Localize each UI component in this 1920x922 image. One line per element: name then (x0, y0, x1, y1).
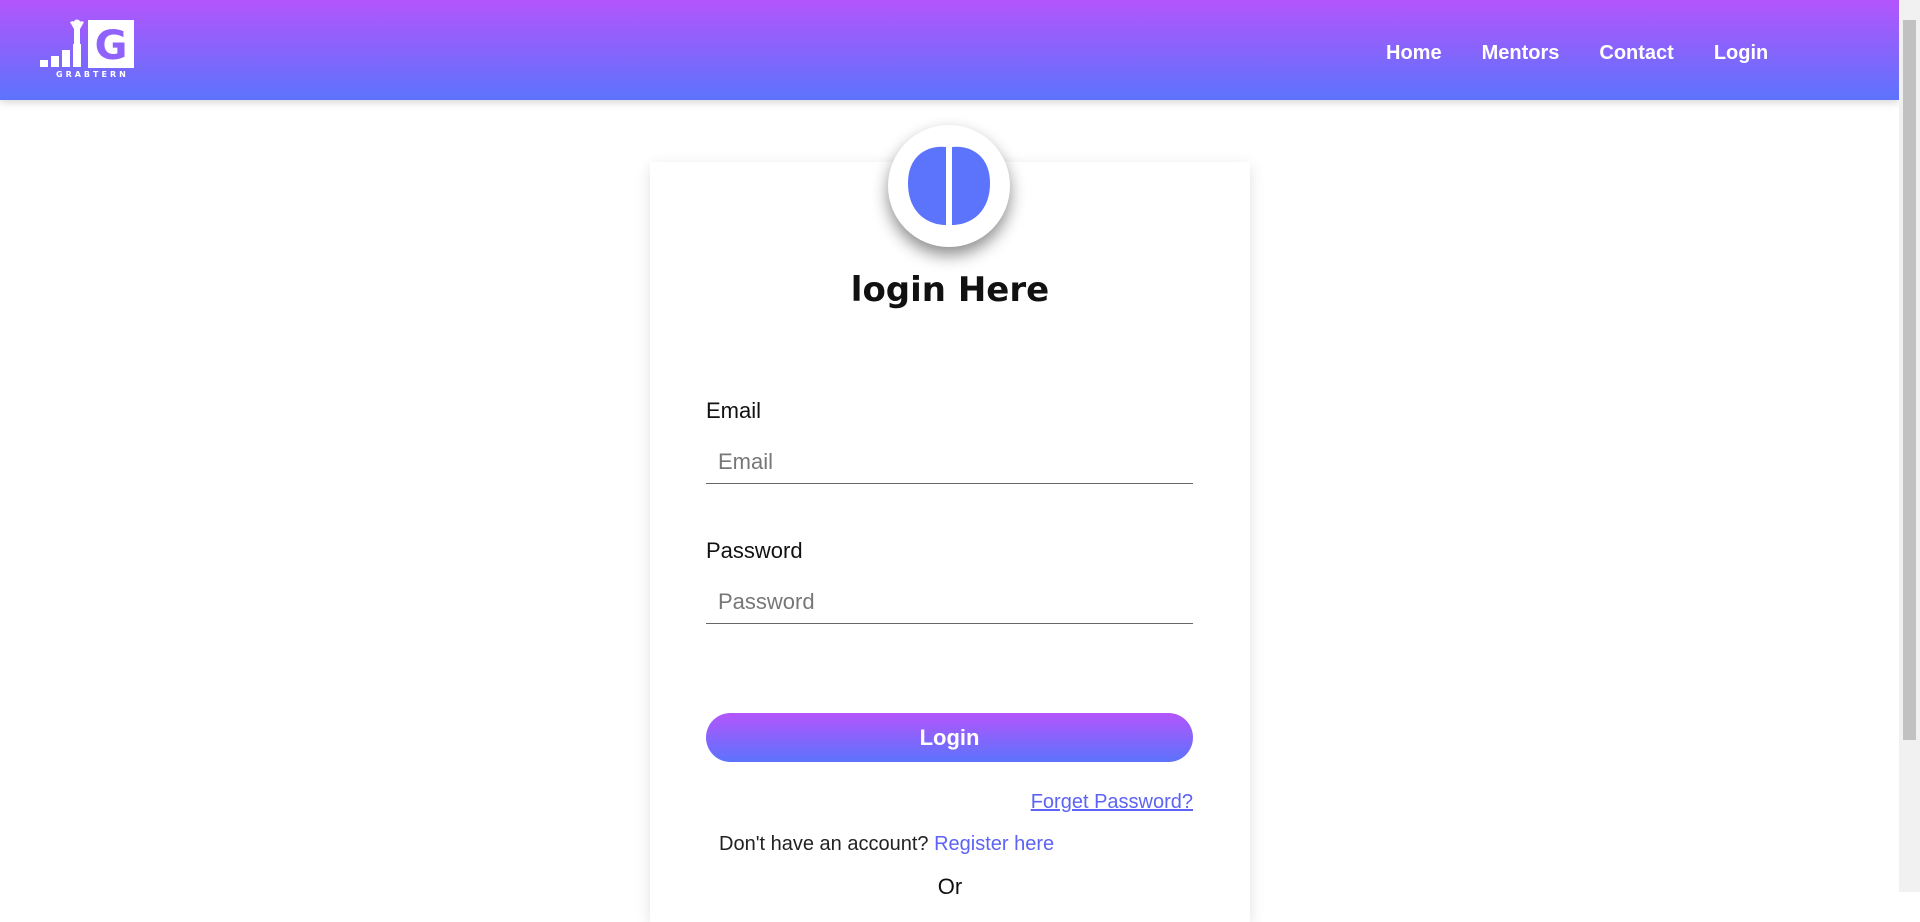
register-link[interactable]: Register here (934, 833, 1054, 855)
register-prompt: Don't have an account? Register here (719, 833, 1054, 856)
login-title: login Here (850, 270, 1050, 310)
password-label: Password (706, 538, 803, 563)
nav-home[interactable]: Home (1386, 38, 1442, 68)
nav-login[interactable]: Login (1714, 38, 1768, 68)
password-input[interactable] (706, 580, 1193, 624)
email-label: Email (706, 398, 762, 423)
nav-mentors[interactable]: Mentors (1482, 38, 1560, 68)
or-divider: Or (937, 874, 963, 899)
email-input[interactable] (706, 440, 1193, 484)
nav-contact[interactable]: Contact (1599, 38, 1673, 68)
page-scrollbar[interactable] (1899, 0, 1920, 892)
login-button[interactable]: Login (706, 713, 1193, 762)
forget-password-link[interactable]: Forget Password? (1031, 791, 1193, 814)
register-prompt-text: Don't have an account? (719, 833, 929, 855)
logo-wordmark: GRABTERN (56, 70, 129, 79)
top-navbar: G GRABTERN Home Mentors Contact Login (0, 0, 1899, 100)
brain-icon (908, 146, 990, 225)
svg-text:G: G (95, 23, 128, 69)
main-nav: Home Mentors Contact Login (1386, 38, 1768, 68)
login-avatar (888, 125, 1010, 247)
scrollbar-thumb[interactable] (1903, 20, 1916, 740)
